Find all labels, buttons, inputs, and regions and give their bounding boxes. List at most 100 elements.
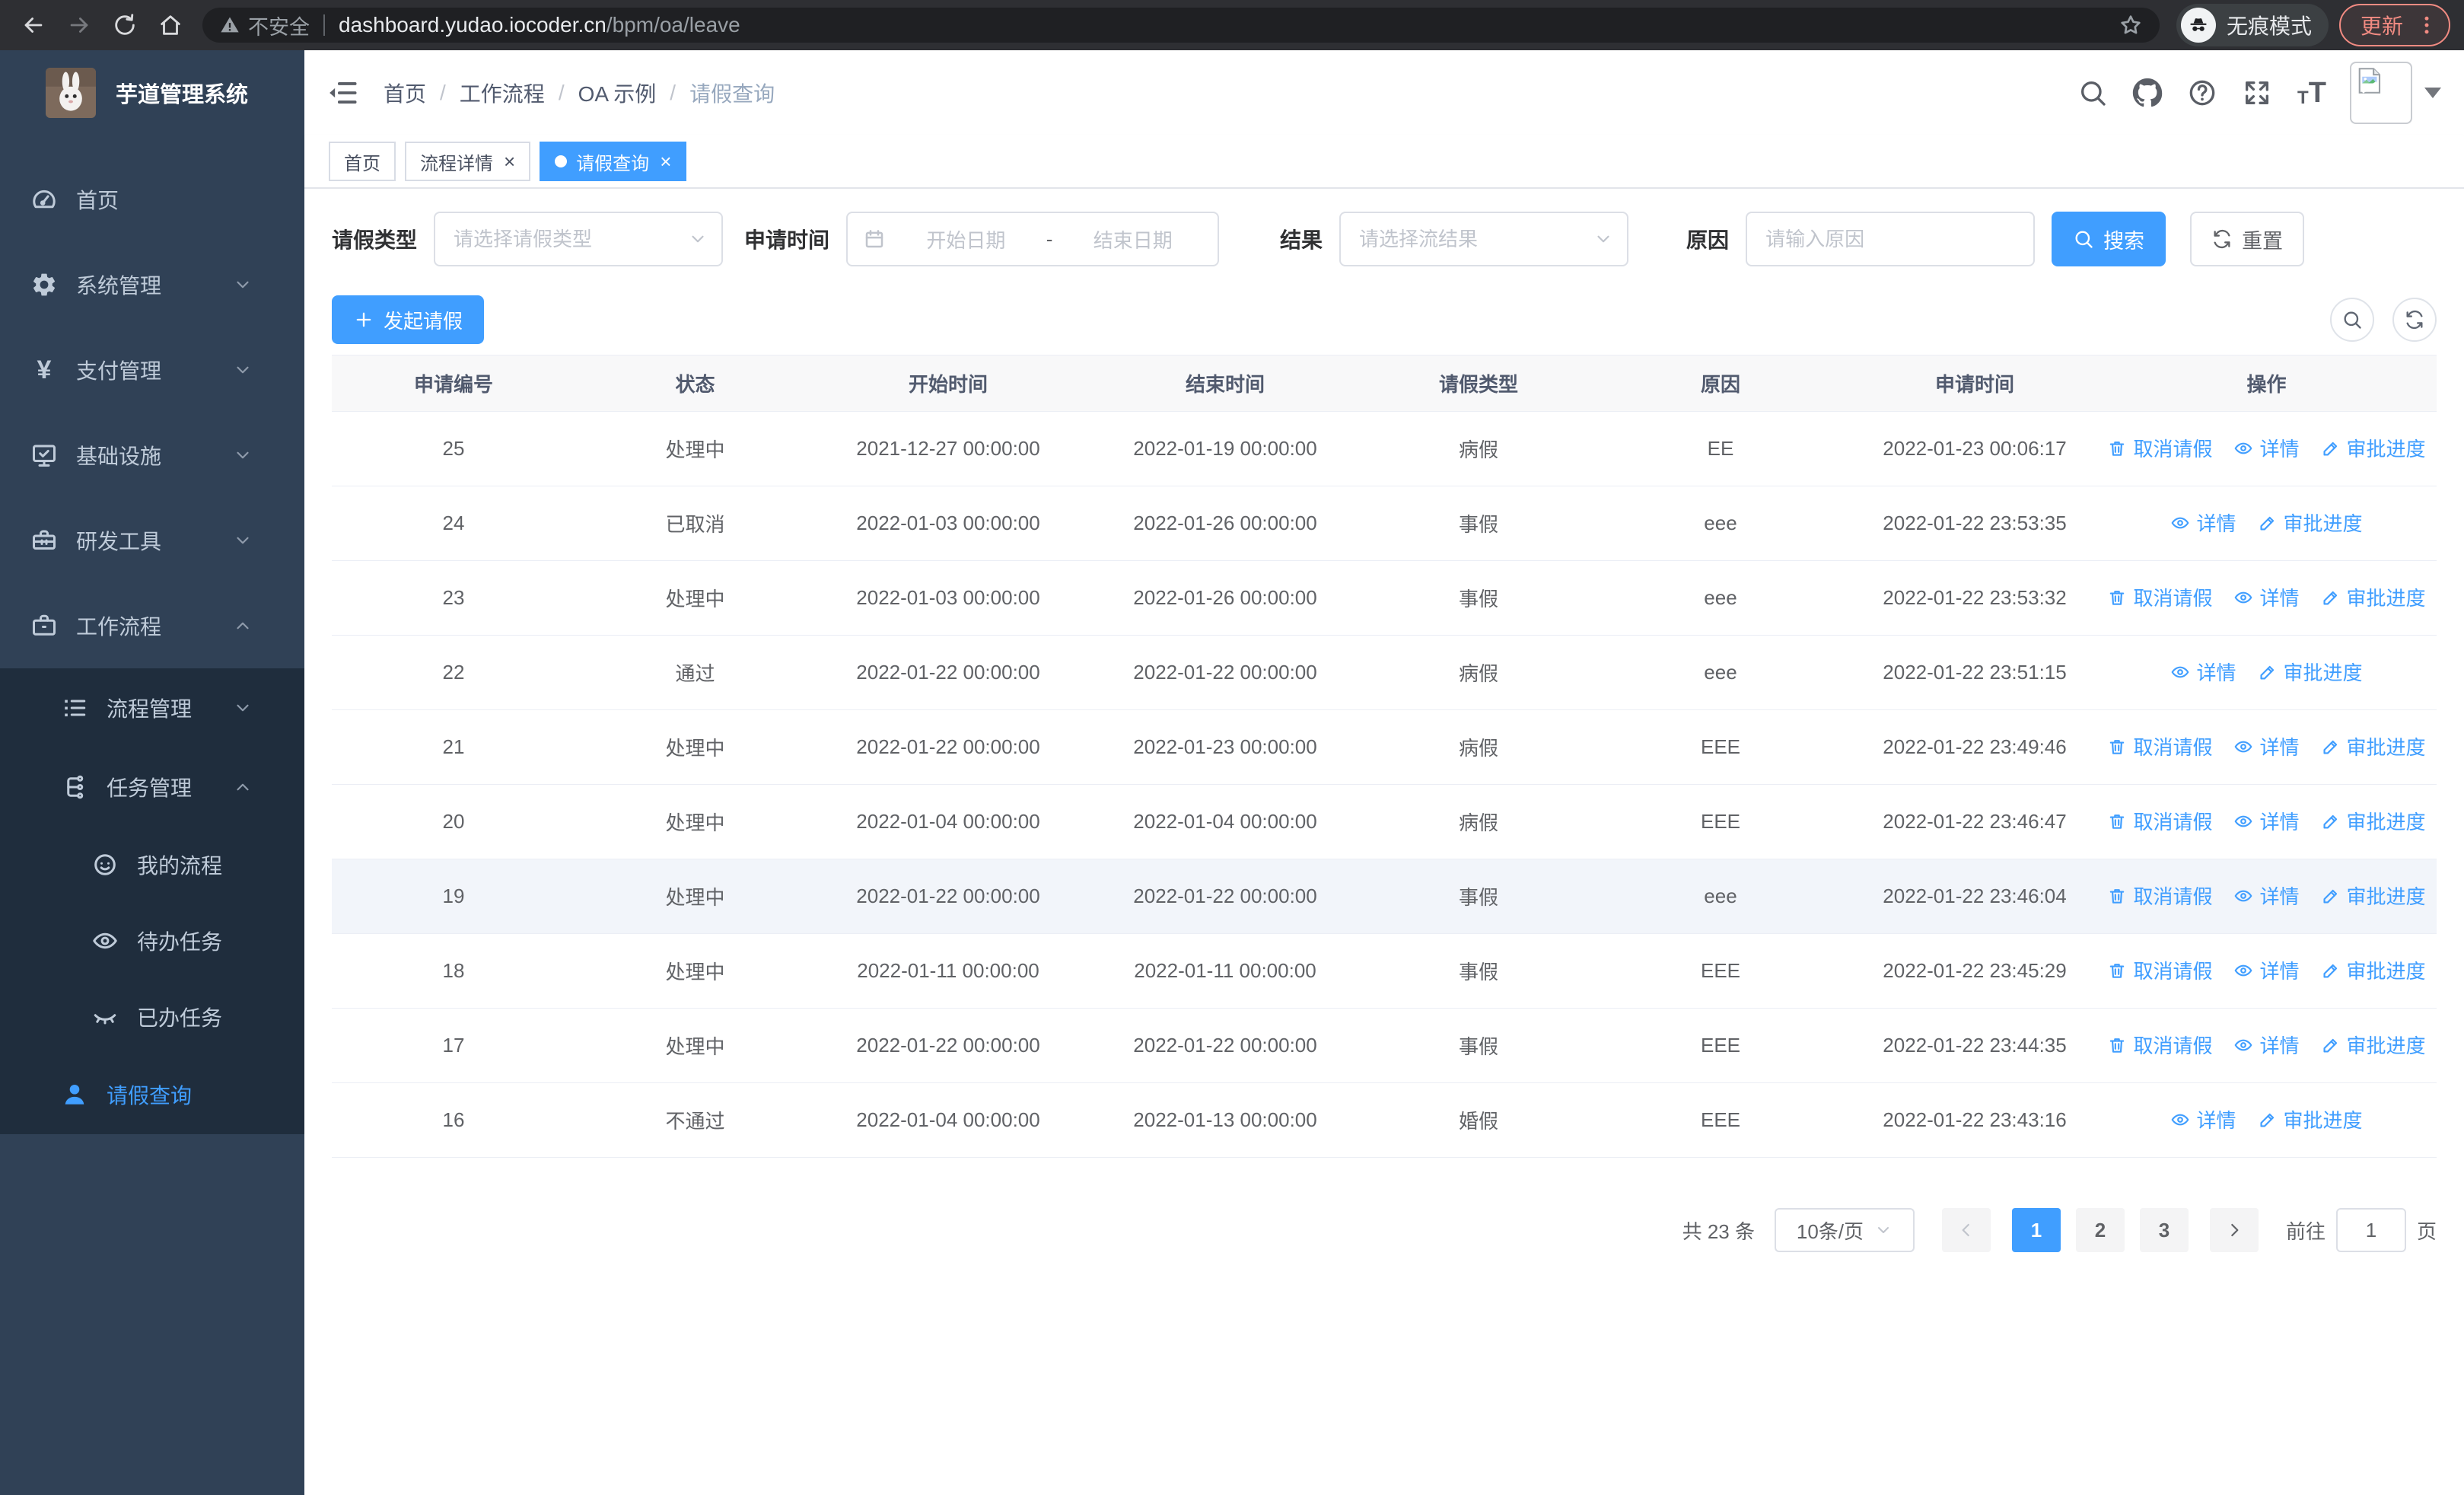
sidebar-item-任务管理[interactable]: 任务管理	[0, 748, 304, 827]
cancel-action-link[interactable]: 取消请假	[2107, 732, 2212, 760]
sidebar-item-基础设施[interactable]: 基础设施	[0, 413, 304, 498]
detail-action-link[interactable]: 详情	[2170, 508, 2236, 537]
result-input[interactable]	[1341, 213, 1628, 265]
edit-icon	[2258, 513, 2278, 533]
chevron-down-icon[interactable]	[2424, 88, 2441, 98]
action-label: 审批进度	[2283, 1109, 2363, 1133]
cancel-action-link[interactable]: 取消请假	[2107, 434, 2212, 462]
progress-action-link[interactable]: 审批进度	[2321, 1031, 2426, 1059]
reset-button[interactable]: 重置	[2190, 212, 2305, 266]
detail-action-link[interactable]: 详情	[2233, 956, 2300, 984]
cancel-action-link[interactable]: 取消请假	[2107, 1031, 2212, 1059]
detail-action-link[interactable]: 详情	[2233, 583, 2300, 611]
goto-page-input[interactable]	[2335, 1208, 2406, 1252]
progress-action-link[interactable]: 审批进度	[2258, 1105, 2363, 1133]
sidebar-item-研发工具[interactable]: 研发工具	[0, 498, 304, 583]
prev-page-button[interactable]	[1941, 1208, 1991, 1252]
page-button-1[interactable]: 1	[2011, 1208, 2061, 1252]
create-leave-button[interactable]: 发起请假	[332, 295, 485, 344]
progress-action-link[interactable]: 审批进度	[2321, 434, 2426, 462]
cancel-action-link[interactable]: 取消请假	[2107, 956, 2212, 984]
detail-action-link[interactable]: 详情	[2233, 434, 2300, 462]
toggle-search-button[interactable]	[2330, 298, 2374, 342]
apply-time-range-picker[interactable]: 开始日期 - 结束日期	[846, 212, 1220, 266]
browser-home-button[interactable]	[151, 5, 190, 45]
reason-input[interactable]	[1747, 213, 2034, 265]
end-date-placeholder[interactable]: 结束日期	[1063, 225, 1202, 253]
font-size-button[interactable]: TT	[2284, 65, 2339, 120]
breadcrumb-item[interactable]: 首页	[384, 78, 426, 108]
page-size-select[interactable]: 10条/页	[1774, 1208, 1915, 1252]
browser-reload-button[interactable]	[105, 5, 145, 45]
sidebar-item-已办任务[interactable]: 已办任务	[0, 979, 304, 1055]
address-bar[interactable]: 不安全 dashboard.yudao.iocoder.cn/bpm/oa/le…	[202, 8, 2160, 43]
sidebar-item-label: 首页	[76, 189, 119, 212]
breadcrumb-separator: /	[440, 81, 446, 104]
cell-id: 16	[332, 1082, 575, 1158]
detail-action-link[interactable]: 详情	[2233, 732, 2300, 760]
table-body: 25 处理中 2021-12-27 00:00:00 2022-01-19 00:00…	[332, 411, 2437, 1158]
cancel-action-link[interactable]: 取消请假	[2107, 807, 2212, 835]
leave-type-select[interactable]	[434, 212, 724, 266]
detail-action-link[interactable]: 详情	[2233, 1031, 2300, 1059]
sidebar-item-待办任务[interactable]: 待办任务	[0, 903, 304, 979]
refresh-table-button[interactable]	[2392, 298, 2437, 342]
breadcrumb-item[interactable]: OA 示例	[578, 78, 657, 108]
browser-update-button[interactable]: 更新	[2338, 4, 2450, 46]
app-logo[interactable]: 芋道管理系统	[0, 50, 304, 135]
cell-end: 2022-01-22 00:00:00	[1081, 859, 1369, 934]
progress-action-link[interactable]: 审批进度	[2321, 881, 2426, 910]
detail-action-link[interactable]: 详情	[2233, 881, 2300, 910]
reason-field[interactable]	[1746, 212, 2036, 266]
action-label: 取消请假	[2133, 736, 2213, 760]
progress-action-link[interactable]: 审批进度	[2321, 732, 2426, 760]
dots-vertical-icon[interactable]	[2415, 14, 2438, 37]
tab-请假查询[interactable]: 请假查询 ×	[540, 142, 687, 181]
browser-forward-button[interactable]	[59, 5, 99, 45]
tab-流程详情[interactable]: 流程详情 ×	[405, 142, 531, 181]
sidebar-item-支付管理[interactable]: ¥ 支付管理	[0, 327, 304, 413]
tab-首页[interactable]: 首页	[329, 142, 396, 181]
close-icon[interactable]: ×	[504, 151, 515, 171]
fullscreen-button[interactable]	[2230, 65, 2284, 120]
sidebar-item-工作流程[interactable]: 工作流程	[0, 583, 304, 668]
search-button[interactable]: 搜索	[2052, 212, 2166, 266]
browser-back-button[interactable]	[14, 5, 53, 45]
detail-action-link[interactable]: 详情	[2170, 658, 2236, 686]
sidebar-item-首页[interactable]: 首页	[0, 157, 304, 242]
column-header: 请假类型	[1369, 355, 1588, 412]
action-label: 取消请假	[2133, 587, 2213, 610]
search-button[interactable]	[2065, 65, 2120, 120]
sidebar-item-请假查询[interactable]: 请假查询	[0, 1055, 304, 1134]
cell-apply_time: 2022-01-22 23:53:35	[1853, 486, 2096, 561]
next-page-button[interactable]	[2209, 1208, 2259, 1252]
result-select[interactable]	[1339, 212, 1629, 266]
breadcrumb-item[interactable]: 工作流程	[460, 78, 545, 108]
page-button-3[interactable]: 3	[2139, 1208, 2189, 1252]
leave-type-input[interactable]	[435, 213, 722, 265]
close-icon[interactable]: ×	[660, 151, 671, 171]
page-button-2[interactable]: 2	[2075, 1208, 2125, 1252]
detail-action-link[interactable]: 详情	[2170, 1105, 2236, 1133]
cancel-action-link[interactable]: 取消请假	[2107, 583, 2212, 611]
progress-action-link[interactable]: 审批进度	[2321, 956, 2426, 984]
sidebar-item-流程管理[interactable]: 流程管理	[0, 668, 304, 748]
detail-action-link[interactable]: 详情	[2233, 807, 2300, 835]
github-button[interactable]	[2120, 65, 2175, 120]
progress-action-link[interactable]: 审批进度	[2321, 583, 2426, 611]
sidebar-item-系统管理[interactable]: 系统管理	[0, 242, 304, 327]
start-date-placeholder[interactable]: 开始日期	[896, 225, 1036, 253]
action-label: 取消请假	[2133, 438, 2213, 461]
progress-action-link[interactable]: 审批进度	[2258, 508, 2363, 537]
avatar[interactable]	[2350, 62, 2412, 124]
hamburger-fold-icon[interactable]	[327, 77, 359, 109]
cancel-action-link[interactable]: 取消请假	[2107, 881, 2212, 910]
sidebar-item-我的流程[interactable]: 我的流程	[0, 827, 304, 903]
help-button[interactable]	[2175, 65, 2230, 120]
progress-action-link[interactable]: 审批进度	[2321, 807, 2426, 835]
cell-reason: EEE	[1588, 709, 1853, 785]
progress-action-link[interactable]: 审批进度	[2258, 658, 2363, 686]
breadcrumb: 首页 / 工作流程 / OA 示例 / 请假查询	[384, 78, 775, 108]
chevron-down-icon	[233, 445, 253, 465]
bookmark-star-icon[interactable]	[2119, 13, 2143, 37]
